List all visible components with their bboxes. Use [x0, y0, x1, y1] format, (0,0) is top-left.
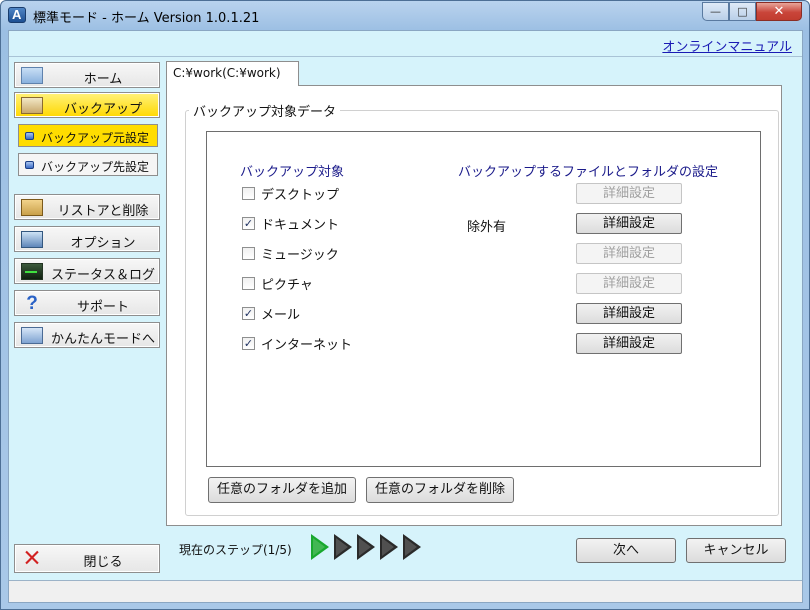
checkbox-label: ドキュメント — [261, 217, 340, 233]
window-icon — [21, 327, 43, 344]
minimize-icon[interactable]: — — [702, 2, 729, 21]
step-arrow-icon — [334, 534, 352, 560]
close-app-button[interactable]: 閉じる — [14, 544, 160, 573]
app-logo-icon — [8, 7, 26, 23]
checkbox-box[interactable]: ✓ — [242, 336, 255, 350]
nav-easy-mode-label: かんたんモードへ — [51, 332, 156, 347]
nav-backup-source-label: バックアップ元設定 — [41, 131, 150, 145]
title-bar[interactable]: 標準モード - ホーム Version 1.0.1.21 — □ ✕ — [1, 1, 809, 29]
client-area: オンラインマニュアル ホーム バックアップ バックアップ元設定 バックアップ先設… — [8, 30, 803, 603]
bullet-icon — [25, 161, 34, 169]
column-header-settings: バックアップするファイルとフォルダの設定 — [458, 165, 719, 180]
nav-restore-label: リストアと削除 — [57, 204, 149, 219]
close-x-icon — [25, 550, 39, 565]
restore-icon — [21, 199, 43, 216]
checkbox-label: デスクトップ — [261, 187, 340, 203]
window-controls: — □ ✕ — [702, 2, 802, 21]
detail-settings-music-button[interactable]: 詳細設定 — [576, 243, 682, 264]
nav-home-button[interactable]: ホーム — [14, 62, 160, 88]
app-window: 標準モード - ホーム Version 1.0.1.21 — □ ✕ オンライン… — [0, 0, 810, 610]
nav-status-log-label: ステータス＆ログ — [51, 268, 156, 283]
nav-restore-button[interactable]: リストアと削除 — [14, 194, 160, 220]
nav-support-label: サポート — [76, 300, 129, 315]
nav-backup-label: バックアップ — [63, 102, 142, 117]
checkbox-pictures[interactable]: ピクチャ — [242, 274, 313, 293]
exclusion-status: 除外有 — [467, 220, 507, 235]
backup-target-list: バックアップ対象 バックアップするファイルとフォルダの設定 デスクトップ 詳細設… — [206, 131, 761, 467]
nav-home-label: ホーム — [83, 72, 123, 87]
online-manual-link[interactable]: オンラインマニュアル — [662, 36, 792, 55]
nav-backup-source-button[interactable]: バックアップ元設定 — [18, 124, 158, 147]
checkbox-box[interactable] — [242, 276, 255, 290]
step-arrow-icon — [357, 534, 375, 560]
nav-options-button[interactable]: オプション — [14, 226, 160, 252]
checkbox-desktop[interactable]: デスクトップ — [242, 184, 340, 203]
step-arrow-icon — [380, 534, 398, 560]
step-indicator-label: 現在のステップ(1/5) — [179, 543, 292, 557]
checkbox-label: ピクチャ — [261, 277, 313, 293]
terminal-icon — [21, 263, 43, 280]
detail-settings-desktop-button[interactable]: 詳細設定 — [576, 183, 682, 204]
checkbox-box[interactable] — [242, 186, 255, 200]
backup-icon — [21, 97, 43, 114]
checkbox-box[interactable] — [242, 246, 255, 260]
close-app-label: 閉じる — [83, 555, 123, 570]
checkbox-box[interactable]: ✓ — [242, 216, 255, 230]
cancel-button[interactable]: キャンセル — [686, 538, 786, 563]
checkbox-mail[interactable]: ✓ メール — [242, 304, 301, 323]
detail-settings-internet-button[interactable]: 詳細設定 — [576, 333, 682, 354]
nav-easy-mode-button[interactable]: かんたんモードへ — [14, 322, 160, 348]
checkbox-label: ミュージック — [261, 247, 339, 263]
nav-status-log-button[interactable]: ステータス＆ログ — [14, 258, 160, 284]
add-folder-button[interactable]: 任意のフォルダを追加 — [208, 477, 356, 503]
nav-backup-destination-button[interactable]: バックアップ先設定 — [18, 153, 158, 176]
detail-settings-documents-button[interactable]: 詳細設定 — [576, 213, 682, 234]
nav-options-label: オプション — [70, 236, 136, 251]
nav-backup-destination-label: バックアップ先設定 — [41, 160, 150, 174]
maximize-icon[interactable]: □ — [729, 2, 756, 21]
checkbox-documents[interactable]: ✓ ドキュメント — [242, 214, 340, 233]
checkbox-music[interactable]: ミュージック — [242, 244, 339, 263]
tab-panel: バックアップ対象データ バックアップ対象 バックアップするファイルとフォルダの設… — [166, 85, 782, 526]
tab-work-drive[interactable]: C:¥work(C:¥work) — [166, 61, 299, 86]
step-arrow-icon — [311, 534, 329, 560]
column-header-target: バックアップ対象 — [240, 165, 345, 180]
close-window-icon[interactable]: ✕ — [756, 2, 802, 21]
group-title: バックアップ対象データ — [189, 101, 341, 120]
help-icon: ? — [26, 293, 38, 314]
next-button[interactable]: 次へ — [576, 538, 676, 563]
checkbox-internet[interactable]: ✓ インターネット — [242, 334, 353, 353]
home-icon — [21, 67, 43, 84]
step-arrow-icon — [403, 534, 421, 560]
header-separator — [9, 56, 802, 57]
status-bar — [9, 580, 802, 602]
checkbox-box[interactable]: ✓ — [242, 306, 255, 320]
nav-backup-button[interactable]: バックアップ — [14, 92, 160, 118]
detail-settings-mail-button[interactable]: 詳細設定 — [576, 303, 682, 324]
bullet-icon — [25, 132, 34, 140]
nav-support-button[interactable]: ? サポート — [14, 290, 160, 316]
checkbox-label: インターネット — [261, 337, 353, 353]
checkbox-label: メール — [261, 307, 301, 323]
remove-folder-button[interactable]: 任意のフォルダを削除 — [366, 477, 514, 503]
options-icon — [21, 231, 43, 248]
detail-settings-pictures-button[interactable]: 詳細設定 — [576, 273, 682, 294]
window-title: 標準モード - ホーム Version 1.0.1.21 — [33, 11, 260, 26]
